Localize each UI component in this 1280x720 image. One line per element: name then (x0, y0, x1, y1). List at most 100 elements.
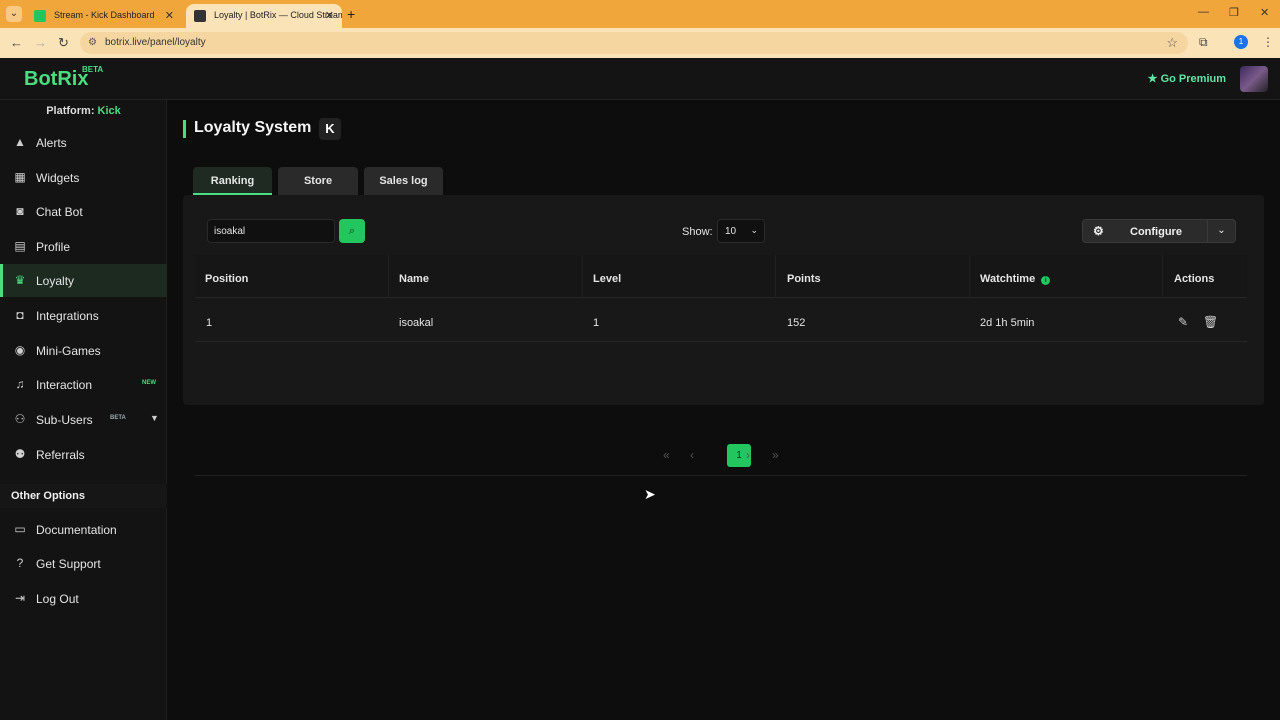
column-header-name[interactable]: Name (399, 273, 429, 285)
info-icon[interactable]: i (1041, 276, 1051, 285)
cell-position: 1 (206, 317, 213, 329)
beta-badge: BETA (82, 65, 104, 74)
sidebar-item-documentation[interactable]: ▭ Documentation (0, 513, 167, 546)
sidebar-item-label: Referrals (36, 448, 85, 462)
sidebar-item-label: Log Out (36, 592, 79, 606)
sidebar-item-label: Loyalty (36, 274, 75, 288)
warning-icon: ▲ (14, 135, 26, 149)
cell-level: 1 (593, 317, 600, 329)
sidebar-item-label: Mini-Games (36, 344, 101, 358)
extensions-icon[interactable]: ⧉ (1199, 35, 1208, 50)
search-input[interactable] (207, 219, 335, 243)
sidebar-item-label: Chat Bot (36, 205, 83, 219)
configure-dropdown-toggle[interactable]: ⌄ (1208, 219, 1236, 243)
tab-sales-log[interactable]: Sales log (364, 167, 443, 195)
sidebar-item-loyalty[interactable]: ♛ Loyalty (0, 264, 167, 297)
user-avatar[interactable] (1240, 66, 1268, 92)
sidebar-item-integrations[interactable]: ◘ Integrations (0, 299, 167, 332)
edit-pencil-icon[interactable]: ✎ (1178, 315, 1188, 329)
browser-tab-botrix[interactable]: Loyalty | BotRix — Cloud Stream ✕ (186, 4, 342, 28)
music-icon: ♫ (15, 377, 25, 391)
sidebar-item-label: Get Support (36, 557, 101, 571)
chevron-down-icon: ⌄ (750, 225, 758, 235)
restore-icon[interactable]: ❐ (1229, 6, 1239, 19)
sidebar-item-referrals[interactable]: ⚉ Referrals (0, 438, 167, 471)
show-label: Show: (682, 226, 713, 238)
back-icon[interactable]: ← (10, 35, 23, 50)
sidebar-item-sub-users[interactable]: ⚇ Sub-Users BETA ▼ (0, 403, 167, 436)
column-header-points[interactable]: Points (787, 273, 821, 285)
page-size-select[interactable]: 10 ⌄ (717, 219, 765, 243)
last-page-icon[interactable]: » (772, 448, 779, 462)
sidebar: Platform: Kick ▲ Alerts ▦ Widgets ◙ Chat… (0, 100, 167, 720)
sidebar-item-profile[interactable]: ▤ Profile (0, 230, 167, 263)
tab-store[interactable]: Store (278, 167, 358, 195)
column-header-actions: Actions (1174, 273, 1215, 285)
question-icon: ? (16, 556, 24, 570)
forward-icon[interactable]: → (34, 35, 47, 50)
platform-indicator: Platform: Kick (0, 105, 167, 117)
sidebar-item-label: Documentation (36, 523, 117, 537)
column-divider (582, 255, 583, 298)
column-divider (388, 255, 389, 298)
sidebar-item-mini-games[interactable]: ◉ Mini-Games (0, 334, 167, 367)
grid-icon: ▦ (14, 170, 26, 184)
browser-menu-icon[interactable]: ⋮ (1262, 35, 1274, 49)
id-card-icon: ▤ (14, 239, 26, 253)
go-premium-label: Go Premium (1160, 73, 1226, 85)
table-header: Position Name Level Points Watchtime i Ac… (195, 255, 1247, 298)
divider (195, 475, 1247, 476)
logout-icon: ⇥ (14, 591, 26, 605)
column-divider (1162, 255, 1163, 298)
column-header-watchtime[interactable]: Watchtime i (980, 273, 1051, 285)
column-header-position[interactable]: Position (205, 273, 248, 285)
sidebar-item-widgets[interactable]: ▦ Widgets (0, 161, 167, 194)
botrix-logo[interactable]: BotRix (24, 68, 88, 91)
sidebar-item-interaction[interactable]: ♫ Interaction NEW (0, 368, 167, 401)
botrix-favicon-icon (194, 10, 206, 22)
next-page-icon[interactable]: › (746, 448, 750, 462)
sidebar-item-label: Interaction (36, 378, 93, 392)
chevron-down-icon[interactable]: ▼ (150, 413, 159, 423)
cell-points: 152 (787, 317, 806, 329)
book-icon: ▭ (14, 522, 26, 536)
close-tab-icon[interactable]: ✕ (325, 9, 334, 22)
tab-search-button[interactable]: ⌄ (6, 6, 22, 22)
browser-tab-kick-dashboard[interactable]: Stream - Kick Dashboard ✕ (26, 4, 182, 28)
minimize-icon[interactable]: — (1198, 6, 1209, 18)
discord-icon: ◘ (16, 308, 24, 322)
sidebar-item-chat-bot[interactable]: ◙ Chat Bot (0, 195, 167, 228)
sidebar-item-get-support[interactable]: ? Get Support (0, 547, 167, 580)
bookmark-star-icon[interactable]: ☆ (1166, 35, 1178, 51)
search-button[interactable]: ⌕ (339, 219, 365, 243)
first-page-icon[interactable]: « (663, 448, 670, 462)
close-window-icon[interactable]: ✕ (1260, 6, 1269, 19)
previous-page-icon[interactable]: ‹ (690, 448, 694, 462)
reload-icon[interactable]: ↻ (58, 35, 69, 51)
browser-tab-title: Loyalty | BotRix — Cloud Stream (214, 10, 342, 20)
go-premium-link[interactable]: ★ Go Premium (1148, 72, 1226, 85)
chevron-down-icon: ⌄ (1217, 225, 1226, 236)
sidebar-item-alerts[interactable]: ▲ Alerts (0, 126, 167, 159)
sidebar-item-label: Sub-Users (36, 413, 93, 427)
search-icon: ⌕ (348, 225, 356, 237)
ranking-panel: ⌕ Show: 10 ⌄ ⚙ Configure ⌄ Position Name… (183, 195, 1264, 476)
sidebar-item-label: Widgets (36, 171, 80, 185)
configure-button[interactable]: ⚙ Configure (1082, 219, 1208, 243)
sidebar-item-log-out[interactable]: ⇥ Log Out (0, 582, 167, 615)
browser-tab-bar: ⌄ Stream - Kick Dashboard ✕ Loyalty | Bo… (0, 0, 1280, 28)
address-bar[interactable]: ⚙ botrix.live/panel/loyalty ☆ (80, 32, 1188, 54)
platform-value: Kick (97, 105, 121, 117)
title-accent-bar (183, 120, 186, 138)
trash-icon[interactable]: 🗑 (1203, 315, 1218, 329)
robot-icon: ◙ (16, 204, 24, 218)
new-tab-icon[interactable]: + (347, 6, 355, 22)
app-header: BotRix BETA ★ Go Premium (0, 58, 1280, 100)
browser-profile-avatar[interactable]: 1 (1234, 35, 1248, 49)
kick-favicon-icon (34, 10, 46, 22)
configure-label: Configure (1130, 226, 1182, 238)
column-header-level[interactable]: Level (593, 273, 621, 285)
site-info-icon[interactable]: ⚙ (88, 37, 97, 48)
tab-ranking[interactable]: Ranking (193, 167, 272, 195)
close-tab-icon[interactable]: ✕ (165, 9, 174, 22)
